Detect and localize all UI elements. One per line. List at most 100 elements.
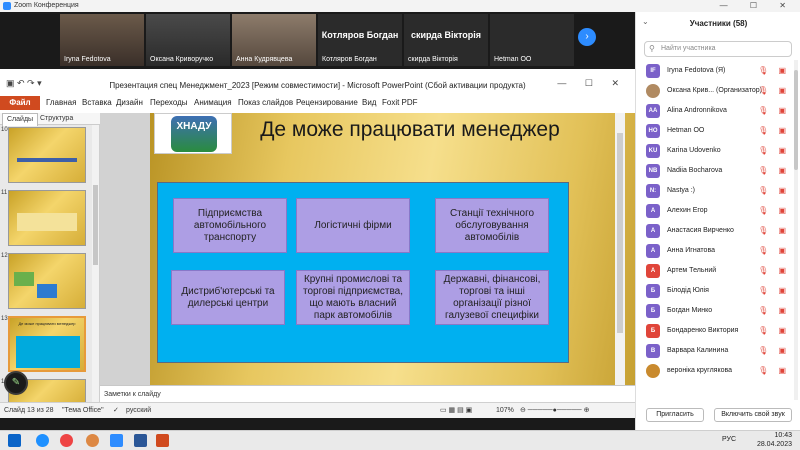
participants-header: Участники (58) (689, 19, 748, 28)
canvas-scrollbar[interactable] (615, 113, 625, 385)
diagram-box[interactable]: Логістичні фірми (296, 198, 410, 253)
powerpoint-window: ▣ ↶ ↷ ▾ Презентация спец Менеджмент_2023… (0, 69, 683, 419)
participant-row[interactable]: N: Nastya :) 🎙 ▣ (636, 181, 794, 201)
ppt-window-controls[interactable]: — ☐ ✕ (557, 78, 627, 89)
tab-home[interactable]: Главная (46, 96, 76, 110)
diagram-box[interactable]: Крупні промислові та торгові підприємств… (296, 270, 410, 325)
system-clock[interactable]: 10:43 28.04.2023 (757, 431, 792, 449)
tab-animation[interactable]: Анимация (194, 96, 232, 110)
mute-video-icons: 🎙 ▣ (758, 246, 790, 255)
participant-row[interactable]: Оксана Крив... (Организатор) 🎙 ▣ (636, 81, 794, 101)
app-icon[interactable] (86, 434, 99, 447)
start-icon[interactable] (8, 434, 21, 447)
diagram-box[interactable]: Дистриб'ютерські та дилерські центри (171, 270, 285, 325)
slides-pane-scrollbar[interactable] (92, 125, 99, 406)
tile-name: Котляров Богдан (322, 56, 377, 63)
zoom-icon[interactable] (110, 434, 123, 447)
participant-row[interactable]: AA Alina Andronnikova 🎙 ▣ (636, 101, 794, 121)
tile-name: Оксана Криворучко (150, 56, 214, 63)
tile-big-name: скирда Вікторія (410, 30, 482, 40)
mute-video-icons: 🎙 ▣ (758, 306, 790, 315)
tab-design[interactable]: Дизайн (116, 96, 143, 110)
avatar: Б (646, 304, 660, 318)
logo-emblem: ХНАДУ (171, 116, 217, 152)
participant-row[interactable]: NB Nadiia Bocharova 🎙 ▣ (636, 161, 794, 181)
participant-row[interactable]: Б Богдан Минко 🎙 ▣ (636, 301, 794, 321)
notes-pane[interactable]: Заметки к слайду (100, 385, 635, 402)
slide-canvas: ХНАДУ Де може працювати менеджер Підприє… (100, 113, 683, 385)
diagram-box[interactable]: Підприємства автомобільного транспорту (173, 198, 287, 253)
diagram-box[interactable]: Станції технічного обслуговування автомо… (435, 198, 549, 253)
unmute-button[interactable]: Включить свой звук (714, 408, 792, 422)
windows-taskbar: РУС 10:43 28.04.2023 (0, 430, 800, 450)
tab-outline[interactable]: Структура (36, 113, 77, 125)
tab-view[interactable]: Вид (362, 96, 376, 110)
participants-footer: Пригласить Включить свой звук (636, 406, 800, 430)
edge-icon[interactable] (36, 434, 49, 447)
video-tile[interactable]: Iryna Fedotova (60, 14, 144, 66)
participants-panel: ⌄ Участники (58) ⚲ Найти участника IF Ir… (635, 12, 800, 430)
slide-thumbnail[interactable]: 12 (1, 253, 86, 309)
status-language[interactable]: русский (126, 403, 151, 419)
slide-title: Де може працювати менеджер (260, 118, 560, 141)
video-tile[interactable]: скирда Вікторія скирда Вікторія (404, 14, 488, 66)
tab-transitions[interactable]: Переходы (150, 96, 188, 110)
zoom-meeting-badge[interactable]: ✎ (4, 371, 28, 395)
slide-thumbnail[interactable]: 10 (1, 127, 86, 183)
slide-thumbnail[interactable]: 11 (1, 190, 86, 246)
zoom-slider[interactable]: ⊖ ─────●───── ⊕ (520, 403, 589, 419)
keyboard-language[interactable]: РУС (722, 436, 736, 443)
participant-search-input[interactable]: ⚲ Найти участника (644, 41, 792, 57)
invite-button[interactable]: Пригласить (646, 408, 704, 422)
word-icon[interactable] (134, 434, 147, 447)
tab-foxit[interactable]: Foxit PDF (382, 96, 418, 110)
next-videos-button[interactable]: › (578, 28, 596, 46)
mute-video-icons: 🎙 ▣ (758, 346, 790, 355)
avatar: А (646, 224, 660, 238)
mute-video-icons: 🎙 ▣ (758, 206, 790, 215)
chrome-icon[interactable] (60, 434, 73, 447)
slide[interactable]: ХНАДУ Де може працювати менеджер Підприє… (150, 113, 683, 385)
video-tile[interactable]: Hetman OO (490, 14, 574, 66)
powerpoint-icon[interactable] (156, 434, 169, 447)
view-buttons[interactable]: ▭ ▦ ▤ ▣ (440, 403, 472, 419)
video-tile[interactable]: Котляров Богдан Котляров Богдан (318, 14, 402, 66)
participant-row[interactable]: А Анастасия Вирченко 🎙 ▣ (636, 221, 794, 241)
participant-row[interactable]: KU Karina Udovenko 🎙 ▣ (636, 141, 794, 161)
tile-name: скирда Вікторія (408, 56, 458, 63)
window-controls[interactable]: — ☐ ✕ (720, 0, 796, 12)
video-tile[interactable]: Анна Кудрявцева (232, 14, 316, 66)
participant-row[interactable]: вероніка круглякова 🎙 ▣ (636, 361, 794, 381)
participant-row[interactable]: Б Бондаренко Виктория 🎙 ▣ (636, 321, 794, 341)
slides-pane: Слайды Структура 10 11 12 13 Де може пра… (0, 113, 100, 406)
slides-pane-tabs: Слайды Структура (0, 113, 100, 126)
tab-review[interactable]: Рецензирование (296, 96, 358, 110)
avatar: Б (646, 324, 660, 338)
mute-video-icons: 🎙 ▣ (758, 86, 790, 95)
smartart-diagram[interactable]: Підприємства автомобільного транспорту Л… (157, 182, 569, 363)
participants-scrollbar[interactable] (794, 60, 798, 400)
participant-row[interactable]: А Артем Тельний 🎙 ▣ (636, 261, 794, 281)
participant-row[interactable]: В Варвара Калинина 🎙 ▣ (636, 341, 794, 361)
tab-slideshow[interactable]: Показ слайдов (238, 96, 293, 110)
mute-video-icons: 🎙 ▣ (758, 126, 790, 135)
avatar (646, 364, 660, 378)
mute-video-icons: 🎙 ▣ (758, 186, 790, 195)
tab-insert[interactable]: Вставка (82, 96, 112, 110)
tab-file[interactable]: Файл (0, 96, 40, 110)
university-logo: ХНАДУ (154, 113, 232, 154)
slide-thumbnail-selected[interactable]: 13 Де може працювати менеджер (1, 316, 86, 372)
video-tile[interactable]: Оксана Криворучко (146, 14, 230, 66)
participant-row[interactable]: А Алехин Егор 🎙 ▣ (636, 201, 794, 221)
zoom-percent[interactable]: 107% (496, 403, 514, 419)
participant-row[interactable]: Б Білодід Юлія 🎙 ▣ (636, 281, 794, 301)
participant-row[interactable]: IF Iryna Fedotova (Я) 🎙 ▣ (636, 61, 794, 81)
tile-name: Hetman OO (494, 56, 532, 63)
tile-name: Анна Кудрявцева (236, 56, 293, 63)
participant-row[interactable]: А Анна Игнатова 🎙 ▣ (636, 241, 794, 261)
tab-slides[interactable]: Слайды (2, 113, 39, 126)
diagram-box[interactable]: Державні, фінансові, торгові та інші орг… (435, 270, 549, 325)
avatar: Б (646, 284, 660, 298)
participant-row[interactable]: HO Hetman OO 🎙 ▣ (636, 121, 794, 141)
zoom-titlebar: Zoom Конференция — ☐ ✕ (0, 0, 800, 12)
